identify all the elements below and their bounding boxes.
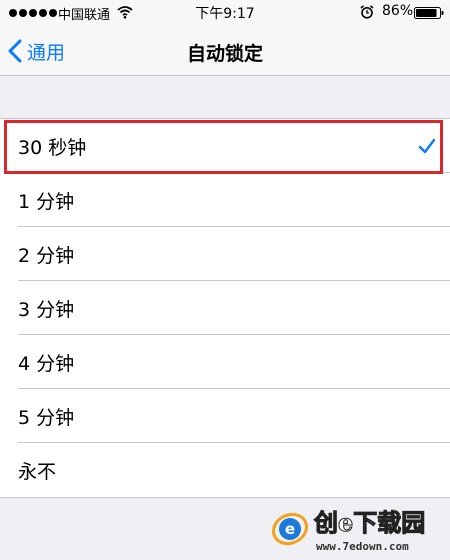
svg-text:e: e [285,520,295,538]
status-bar: 中国联通 下午9:17 86% [0,0,450,26]
option-5-minutes[interactable]: 5 分钟 [0,389,450,443]
watermark-brand: 创e下载园 [313,508,425,537]
alarm-clock-icon [360,5,374,19]
option-label: 5 分钟 [18,406,75,429]
option-label: 永不 [18,460,57,483]
battery-percentage: 86% [382,3,414,19]
watermark-logo: e 创e下载园 www.7edown.com [271,508,426,553]
page-title: 自动锁定 [186,43,263,65]
watermark-url: www.7edown.com [316,540,409,553]
option-3-minutes[interactable]: 3 分钟 [0,281,450,335]
battery-icon [414,7,444,19]
option-1-minute[interactable]: 1 分钟 [0,173,450,227]
option-2-minutes[interactable]: 2 分钟 [0,227,450,281]
navigation-bar: 通用 自动锁定 [0,26,450,76]
auto-lock-options-list: 30 秒钟 1 分钟 2 分钟 3 分钟 4 分钟 5 分钟 永不 [0,118,450,498]
option-label: 4 分钟 [18,352,75,375]
option-label: 2 分钟 [18,244,75,267]
highlight-annotation-box [4,120,443,174]
option-4-minutes[interactable]: 4 分钟 [0,335,450,389]
option-never[interactable]: 永不 [0,443,450,497]
option-label: 1 分钟 [18,190,75,213]
option-label: 3 分钟 [18,298,75,321]
